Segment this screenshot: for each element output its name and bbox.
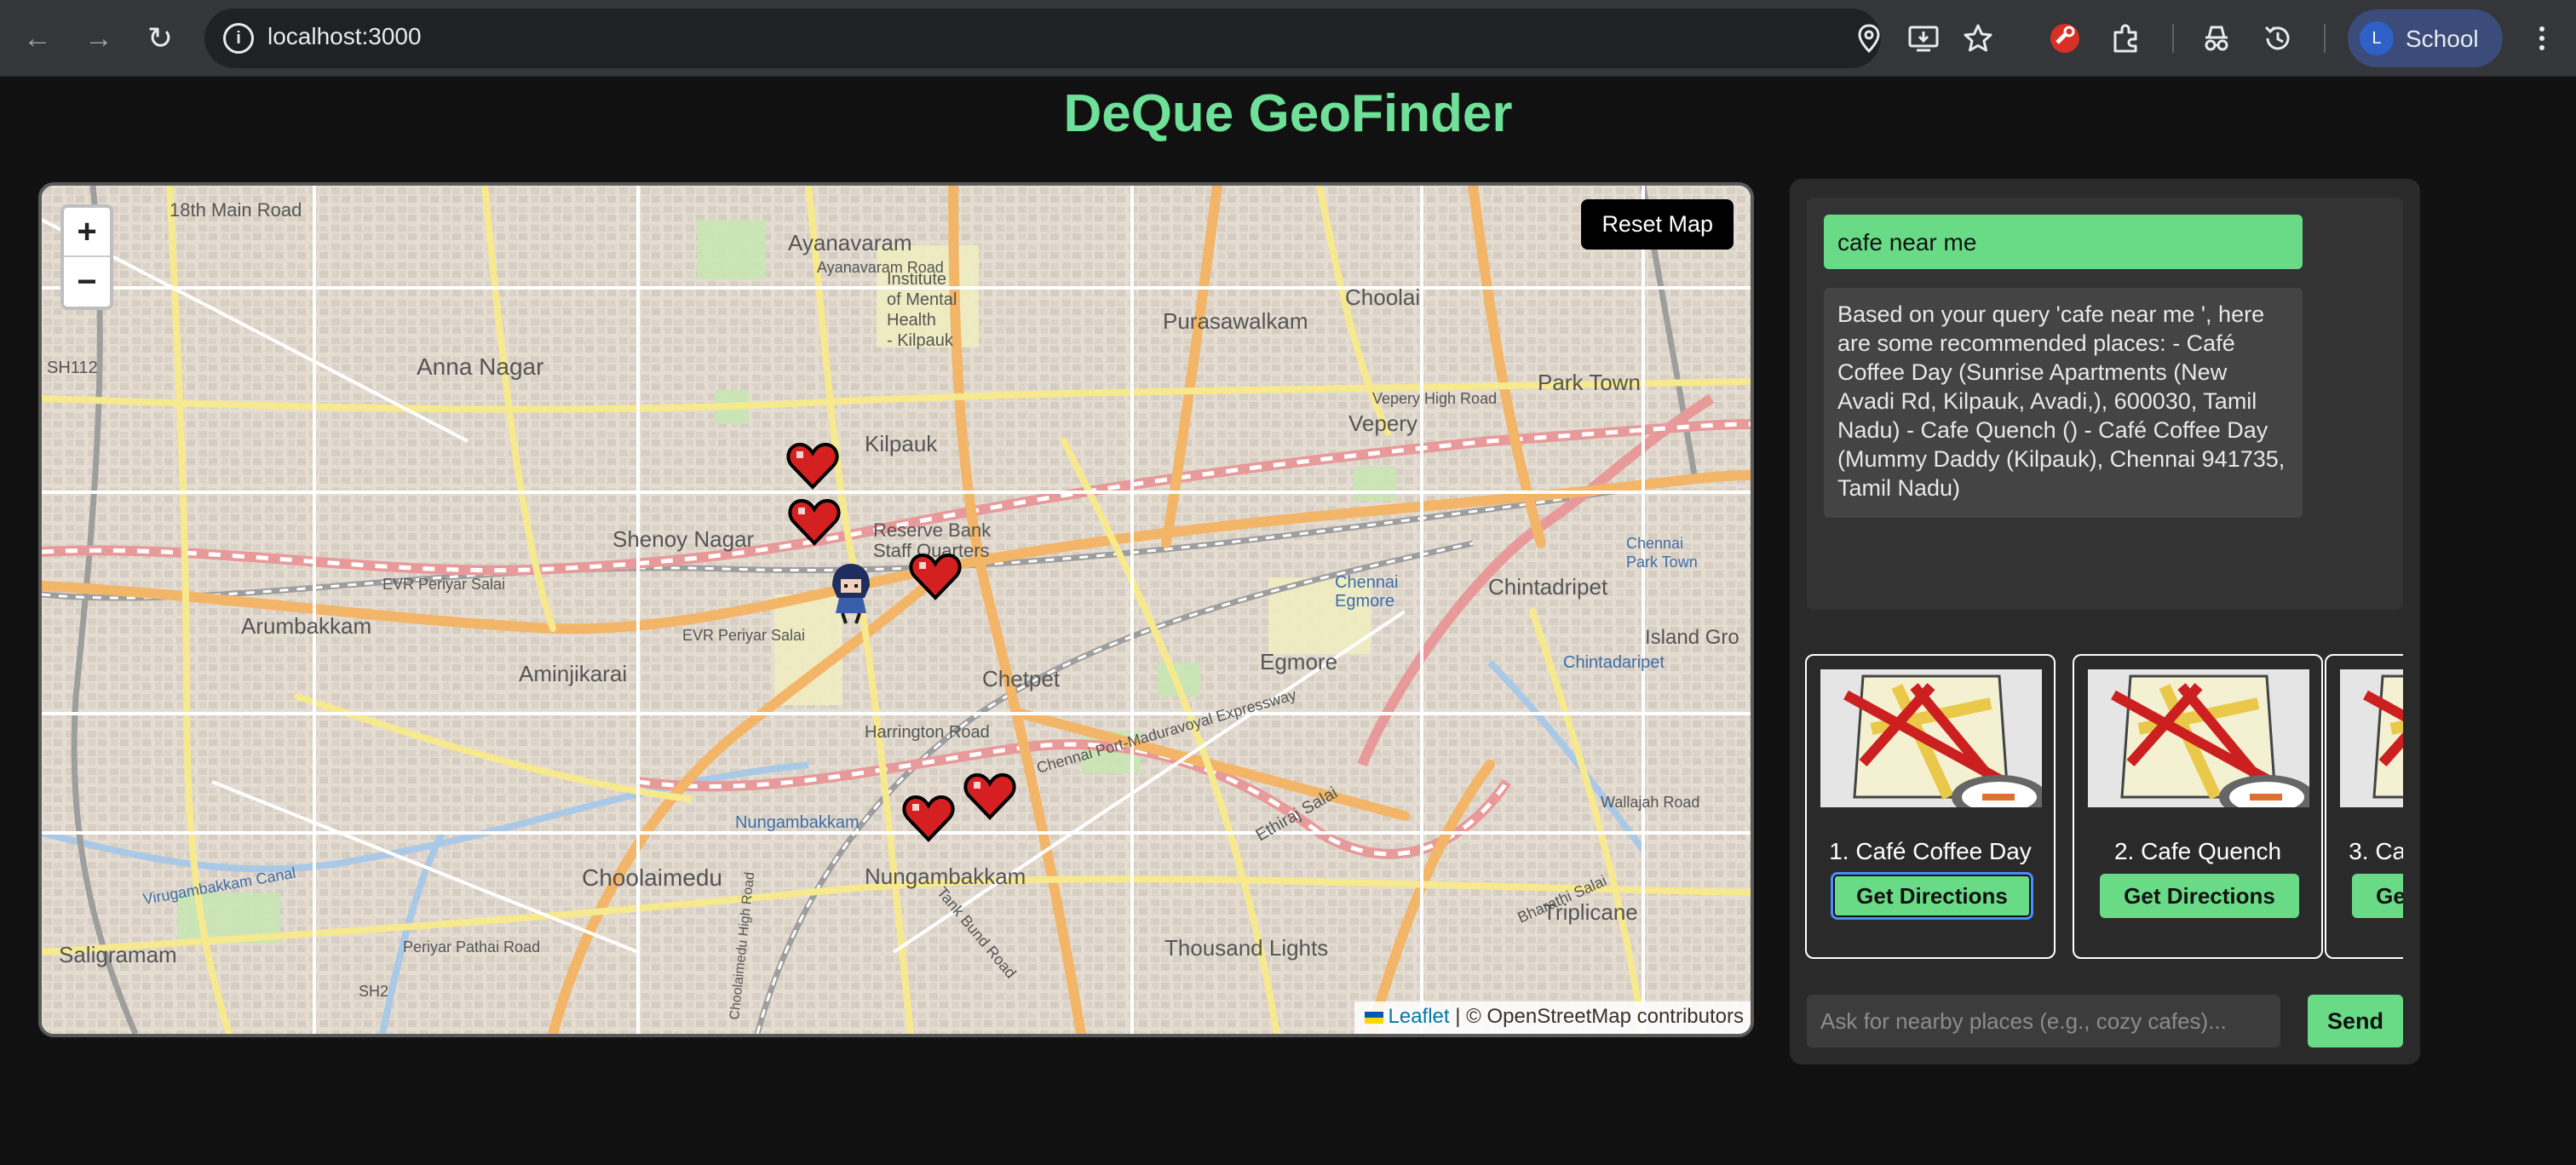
heart-marker-icon[interactable] [902, 794, 955, 843]
url-text[interactable]: localhost:3000 [267, 23, 422, 50]
map-label: Reserve Bank [873, 519, 992, 541]
heart-marker-icon[interactable] [963, 772, 1016, 821]
map-label: Chennai [1335, 573, 1399, 592]
map-thumbnail-icon [1820, 669, 2042, 807]
result-card[interactable]: 1. Café Coffee Day Get Directions [1805, 654, 2056, 959]
ukraine-flag-icon [1364, 1011, 1383, 1024]
heart-marker-icon[interactable] [788, 497, 841, 547]
map-label: Periyar Pathai Road [403, 938, 540, 956]
map-label: SH112 [47, 359, 98, 377]
profile-button[interactable]: L School [2348, 9, 2503, 67]
heart-marker-icon[interactable] [786, 441, 839, 491]
map-label: Vepery [1348, 410, 1417, 436]
map-label: Chintadripet [1488, 574, 1608, 600]
results-carousel[interactable]: 1. Café Coffee Day Get Directions 2. Caf… [1805, 654, 2403, 962]
map-label: Choolai [1345, 284, 1420, 310]
map-tiles[interactable]: 18th Main Road Ayanavaram Ayanavaram Roa… [42, 186, 1751, 1034]
bookmark-star-icon[interactable] [1961, 21, 1995, 55]
map-label: SH2 [359, 983, 388, 1000]
profile-name: School [2406, 26, 2479, 52]
location-icon[interactable] [1852, 21, 1886, 55]
map-label: Anna Nagar [417, 353, 543, 380]
map-label: Egmore [1335, 592, 1394, 611]
result-name: 1. Café Coffee Day [1829, 838, 2032, 864]
user-location-icon[interactable] [825, 560, 877, 625]
install-app-icon[interactable] [1906, 21, 1941, 55]
map-label: Purasawalkam [1163, 308, 1308, 334]
map-label: Shenoy Nagar [612, 526, 755, 552]
reset-map-button[interactable]: Reset Map [1581, 199, 1734, 250]
map-label: Chennai [1626, 535, 1683, 552]
browser-toolbar: ← → ↻ i localhost:3000 L School [0, 0, 2576, 77]
map-label: 18th Main Road [170, 199, 302, 221]
reload-icon[interactable]: ↻ [140, 18, 181, 59]
get-directions-button[interactable]: Get Directions [1831, 872, 2033, 920]
heart-marker-icon[interactable] [909, 552, 962, 601]
map-label: Egmore [1260, 649, 1337, 674]
result-card[interactable]: 3. Café Coffee Day Get Directions [2325, 654, 2403, 959]
zoom-in-button[interactable]: + [64, 208, 110, 257]
toolbar-separator [2172, 24, 2174, 53]
map-label: Arumbakkam [241, 613, 371, 639]
result-card[interactable]: 2. Cafe Quench Get Directions [2073, 654, 2323, 959]
avatar: L [2360, 21, 2394, 55]
map-label: Chetpet [982, 666, 1061, 692]
user-message: cafe near me [1824, 215, 2303, 269]
map-label: Kilpauk [865, 431, 938, 456]
map-label: Choolaimedu [582, 864, 722, 891]
map-label: EVR Periyar Salai [682, 627, 805, 644]
map-label: Park Town [1538, 370, 1641, 395]
map-label: Saligramam [59, 942, 177, 967]
map-thumbnail-icon [2340, 669, 2403, 807]
back-icon[interactable]: ← [17, 18, 58, 59]
forward-icon[interactable]: → [78, 18, 119, 59]
get-directions-button[interactable]: Get Directions [2352, 874, 2403, 918]
attribution-text: | © OpenStreetMap contributors [1449, 1005, 1744, 1028]
toolbar-separator [2324, 24, 2326, 53]
address-bar[interactable]: i localhost:3000 [204, 9, 1992, 68]
result-name: 2. Cafe Quench [2113, 838, 2282, 864]
map-label: Vepery High Road [1372, 390, 1497, 407]
map-label: Institute [887, 270, 946, 289]
map-label: Park Town [1626, 554, 1698, 571]
chat-panel: cafe near me Based on your query 'cafe n… [1790, 179, 2420, 1065]
map-label: of Mental [887, 290, 957, 309]
map-label: Nungambakkam [735, 813, 860, 832]
page-title: DeQue GeoFinder [1063, 84, 1513, 143]
get-directions-button[interactable]: Get Directions [2100, 874, 2299, 918]
map-label: Aminjikarai [519, 661, 627, 686]
incognito-devtools-icon[interactable] [2198, 20, 2235, 57]
assistant-message: Based on your query 'cafe near me ', her… [1824, 288, 2303, 518]
extensions-icon[interactable] [2107, 20, 2145, 57]
browser-menu-icon[interactable] [2521, 18, 2562, 59]
map-label: - Kilpauk [887, 331, 954, 350]
history-icon[interactable] [2259, 20, 2297, 57]
zoom-out-button[interactable]: − [64, 257, 110, 307]
map[interactable]: 18th Main Road Ayanavaram Ayanavaram Roa… [38, 182, 1754, 1037]
site-info-icon[interactable]: i [223, 23, 254, 54]
map-label: Ayanavaram [788, 230, 912, 255]
ask-input[interactable] [1807, 995, 2280, 1047]
password-manager-icon[interactable] [2046, 20, 2084, 57]
map-label: Thousand Lights [1164, 935, 1328, 961]
map-label: EVR Periyar Salai [382, 576, 505, 593]
leaflet-link[interactable]: Leaflet [1389, 1005, 1450, 1028]
map-label: Chintadaripet [1563, 653, 1665, 672]
result-name: 3. Café Coffee Day [2349, 838, 2403, 864]
map-label: Health [887, 311, 936, 330]
map-thumbnail-icon [2088, 669, 2309, 807]
zoom-control: + − [60, 204, 113, 310]
map-label: Harrington Road [865, 723, 990, 742]
map-attribution: Leaflet | © OpenStreetMap contributors [1354, 1001, 1751, 1034]
chat-history[interactable]: cafe near me Based on your query 'cafe n… [1807, 198, 2403, 610]
map-label: Island Gro [1645, 626, 1739, 649]
map-label: Wallajah Road [1601, 794, 1699, 811]
send-button[interactable]: Send [2308, 995, 2403, 1047]
